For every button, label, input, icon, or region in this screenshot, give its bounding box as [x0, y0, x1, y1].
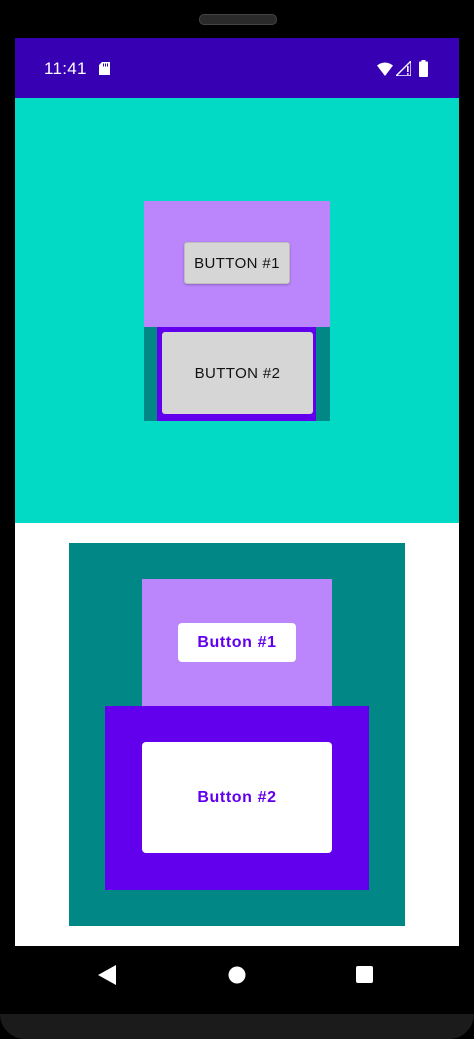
- home-icon[interactable]: [228, 966, 246, 984]
- top-button-2[interactable]: BUTTON #2: [162, 332, 313, 414]
- screen: 11:41 BUTTON #1 BUTTON #2 Button #1 Butt…: [15, 38, 459, 946]
- bottom-button-2[interactable]: Button #2: [142, 742, 332, 853]
- bottom-bezel: [0, 1014, 474, 1039]
- bottom-button-1[interactable]: Button #1: [178, 623, 296, 662]
- top-button-1[interactable]: BUTTON #1: [184, 242, 290, 284]
- sd-card-icon: [99, 62, 110, 75]
- signal-icon: [396, 61, 411, 76]
- back-icon[interactable]: [98, 965, 116, 985]
- status-bar: 11:41: [15, 38, 459, 98]
- wifi-icon: [377, 62, 393, 76]
- speaker-grille: [199, 14, 277, 25]
- status-time: 11:41: [44, 59, 87, 78]
- recents-icon[interactable]: [356, 966, 373, 983]
- device-frame: 11:41 BUTTON #1 BUTTON #2 Button #1 Butt…: [0, 0, 474, 1039]
- battery-icon: [419, 60, 428, 77]
